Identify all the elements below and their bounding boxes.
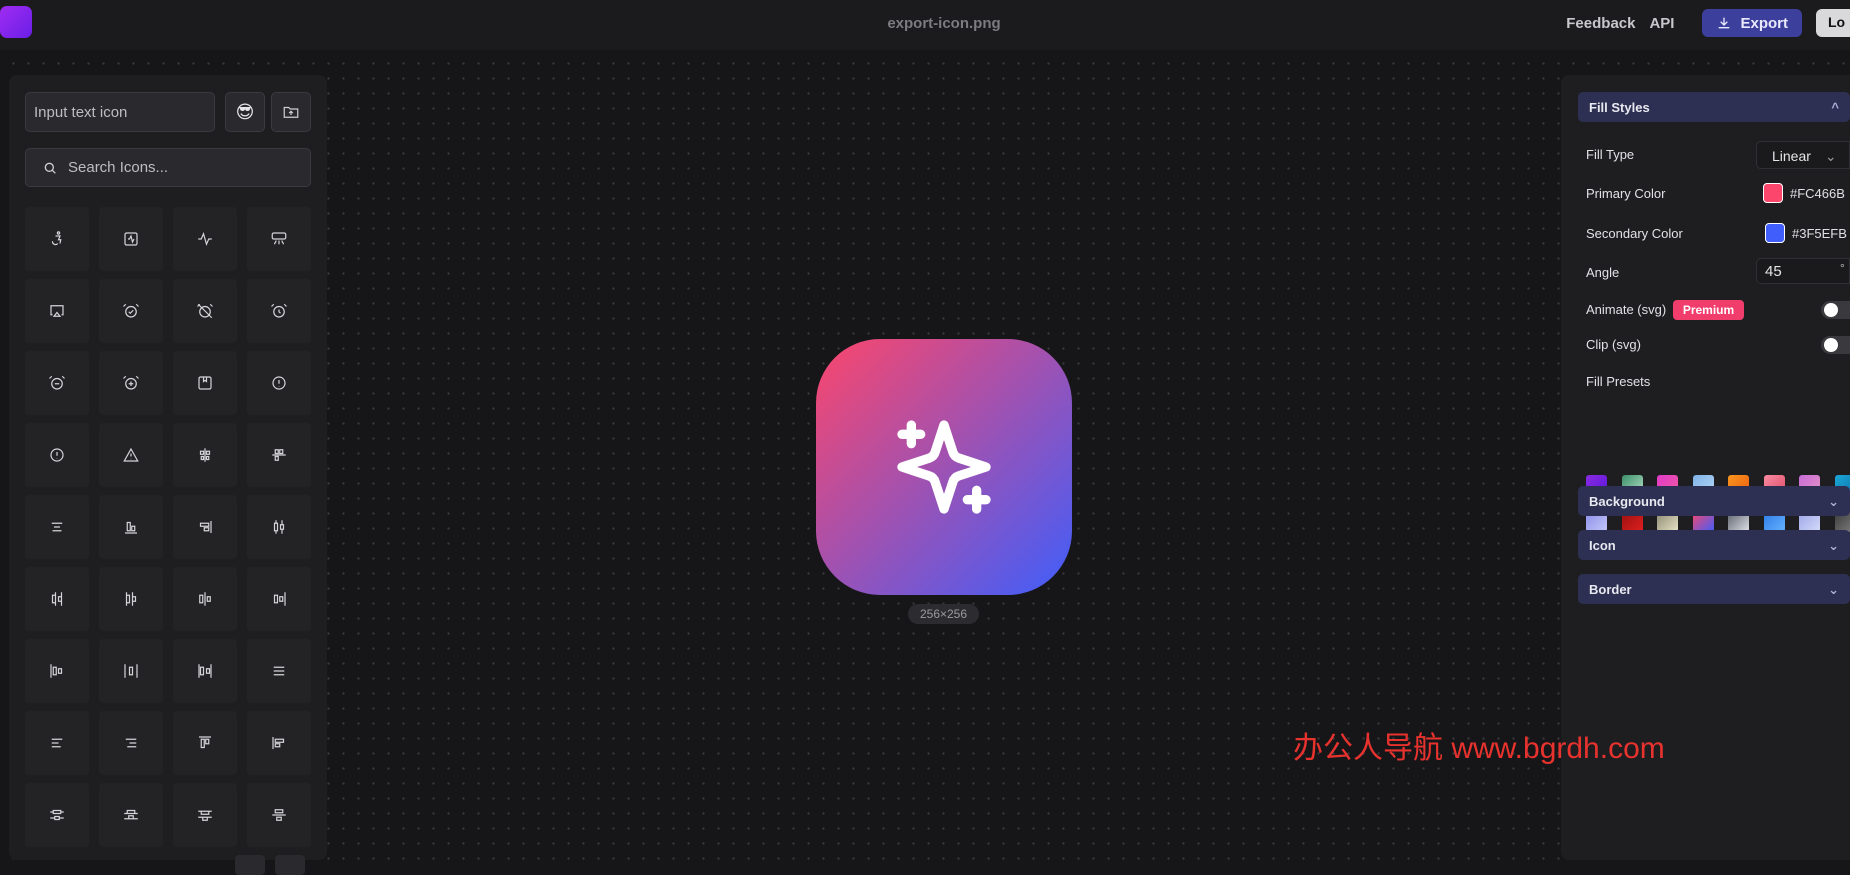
chevron-up-icon: ^	[1831, 100, 1839, 114]
chevron-down-icon: ⌄	[1828, 538, 1839, 552]
download-icon	[1716, 15, 1732, 31]
top-nav: Feedback API Export Lo	[1566, 9, 1850, 37]
primary-color-field[interactable]: #FC466B	[1756, 179, 1850, 207]
sunglasses-emoji-icon: 😎	[236, 102, 255, 123]
animate-toggle[interactable]	[1821, 301, 1850, 319]
align-horizontal-space-around-icon[interactable]	[99, 639, 163, 703]
prev-page-button[interactable]	[235, 855, 265, 875]
api-link[interactable]: API	[1649, 15, 1674, 32]
clip-toggle[interactable]	[1821, 336, 1850, 354]
alarm-clock-icon[interactable]	[247, 279, 311, 343]
align-horizontal-distribute-center-icon[interactable]	[247, 495, 311, 559]
align-vertical-distribute-start-icon[interactable]	[173, 783, 237, 847]
activity-icon[interactable]	[173, 207, 237, 271]
border-section-header[interactable]: Border ⌄	[1578, 574, 1850, 604]
size-badge: 256×256	[908, 604, 979, 624]
album-icon[interactable]	[173, 351, 237, 415]
align-horizontal-distribute-start-icon[interactable]	[99, 567, 163, 631]
alert-circle-icon[interactable]	[247, 351, 311, 415]
animate-label: Animate (svg)	[1586, 302, 1666, 317]
clip-label: Clip (svg)	[1586, 337, 1641, 352]
air-vent-icon[interactable]	[247, 207, 311, 271]
align-left-icon[interactable]	[25, 711, 89, 775]
alarm-minus-icon[interactable]	[25, 351, 89, 415]
align-end-vertical-icon[interactable]	[173, 495, 237, 559]
align-center-vertical-icon[interactable]	[247, 423, 311, 487]
align-horizontal-justify-center-icon[interactable]	[173, 567, 237, 631]
icon-title: Icon	[1589, 538, 1616, 552]
emoji-picker-button[interactable]: 😎	[225, 92, 265, 132]
chevron-down-icon: ⌄	[1828, 582, 1839, 596]
watermark-text: 办公人导航 www.bgrdh.com	[1293, 723, 1665, 767]
alarm-check-icon[interactable]	[99, 279, 163, 343]
search-icon	[42, 160, 58, 176]
align-start-vertical-icon[interactable]	[247, 711, 311, 775]
chevron-down-icon: ⌄	[1828, 494, 1839, 508]
top-bar: export-icon.png Feedback API Export Lo	[0, 0, 1850, 50]
secondary-color-swatch[interactable]	[1765, 223, 1785, 243]
border-title: Border	[1589, 582, 1632, 596]
fill-type-select[interactable]: Linear ⌄	[1756, 141, 1850, 169]
alarm-clock-off-icon[interactable]	[173, 279, 237, 343]
upload-folder-button[interactable]	[271, 92, 311, 132]
export-button[interactable]: Export	[1702, 9, 1802, 37]
alarm-plus-icon[interactable]	[99, 351, 163, 415]
icon-grid	[25, 207, 311, 847]
sparkles-icon	[888, 411, 1000, 523]
alert-triangle-icon[interactable]	[99, 423, 163, 487]
align-start-horizontal-icon[interactable]	[173, 711, 237, 775]
align-horizontal-justify-end-icon[interactable]	[247, 567, 311, 631]
align-vertical-distribute-center-icon[interactable]	[25, 783, 89, 847]
alert-octagon-icon[interactable]	[25, 423, 89, 487]
next-page-button[interactable]	[275, 855, 305, 875]
align-center-icon[interactable]	[25, 495, 89, 559]
angle-input[interactable]: 45 °	[1756, 258, 1850, 284]
login-button[interactable]: Lo	[1816, 9, 1850, 37]
secondary-color-label: Secondary Color	[1586, 226, 1683, 241]
align-justify-icon[interactable]	[247, 639, 311, 703]
fill-presets-label: Fill Presets	[1586, 374, 1650, 389]
chevron-down-icon: ⌄	[1825, 148, 1837, 164]
align-center-horizontal-icon[interactable]	[173, 423, 237, 487]
fill-styles-title: Fill Styles	[1589, 100, 1650, 114]
secondary-color-field[interactable]: #3F5EFB	[1756, 219, 1850, 247]
text-icon-input[interactable]: Input text icon	[25, 92, 215, 132]
folder-upload-icon	[282, 103, 300, 121]
activity-square-icon[interactable]	[99, 207, 163, 271]
primary-color-swatch[interactable]	[1763, 183, 1783, 203]
export-label: Export	[1740, 15, 1788, 32]
primary-color-label: Primary Color	[1586, 186, 1665, 201]
icon-search-input[interactable]: Search Icons...	[25, 148, 311, 187]
background-section-header[interactable]: Background ⌄	[1578, 486, 1850, 516]
fill-type-value: Linear	[1772, 148, 1811, 164]
align-right-icon[interactable]	[99, 711, 163, 775]
airplay-icon[interactable]	[25, 279, 89, 343]
icon-library-panel: Input text icon 😎 Search Icons...	[9, 75, 327, 860]
align-horizontal-justify-start-icon[interactable]	[25, 639, 89, 703]
align-horizontal-distribute-end-icon[interactable]	[25, 567, 89, 631]
align-end-horizontal-icon[interactable]	[99, 495, 163, 559]
icon-preview	[816, 339, 1072, 595]
align-vertical-distribute-end-icon[interactable]	[99, 783, 163, 847]
fill-type-label: Fill Type	[1586, 147, 1634, 162]
fill-styles-header[interactable]: Fill Styles ^	[1578, 92, 1850, 122]
align-horizontal-space-between-icon[interactable]	[173, 639, 237, 703]
search-placeholder: Search Icons...	[68, 159, 168, 176]
angle-label: Angle	[1586, 265, 1619, 280]
primary-color-value[interactable]: #FC466B	[1790, 186, 1845, 201]
premium-badge: Premium	[1673, 300, 1744, 320]
background-title: Background	[1589, 494, 1665, 508]
angle-unit: °	[1840, 261, 1845, 275]
angle-value: 45	[1765, 263, 1782, 280]
accessibility-icon[interactable]	[25, 207, 89, 271]
secondary-color-value[interactable]: #3F5EFB	[1792, 226, 1847, 241]
icon-section-header[interactable]: Icon ⌄	[1578, 530, 1850, 560]
align-vertical-justify-center-icon[interactable]	[247, 783, 311, 847]
feedback-link[interactable]: Feedback	[1566, 15, 1635, 32]
